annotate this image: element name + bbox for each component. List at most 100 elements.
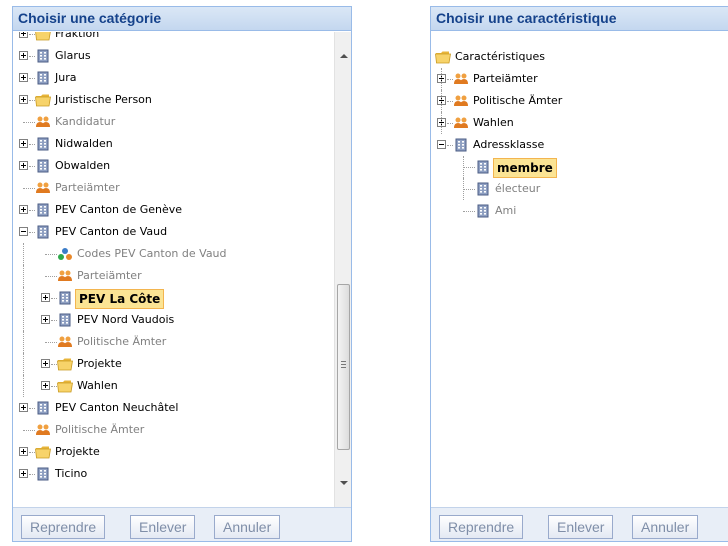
enlever-button[interactable]: Enlever xyxy=(130,515,196,539)
tree-node[interactable]: Wahlen xyxy=(17,375,351,397)
tree-node[interactable]: Obwalden xyxy=(17,155,351,177)
group-icon xyxy=(453,116,469,130)
annuler-button[interactable]: Annuler xyxy=(632,515,699,539)
tree-node[interactable]: PEV Canton de Genève xyxy=(17,199,351,221)
expand-plus-icon[interactable] xyxy=(19,32,28,38)
scrollbar-thumb[interactable] xyxy=(337,284,350,450)
tree-node[interactable]: Jura xyxy=(17,67,351,89)
group-icon xyxy=(35,115,51,129)
category-tree: Fraktion Glarus Jura Juristische Person Kand… xyxy=(13,32,351,507)
expand-plus-icon[interactable] xyxy=(19,447,28,456)
tree-node[interactable]: Glarus xyxy=(17,45,351,67)
scroll-down-arrow-icon[interactable] xyxy=(340,481,348,485)
tree-node-label: PEV La Côte xyxy=(75,289,165,309)
reprendre-button[interactable]: Reprendre xyxy=(21,515,106,539)
tree-node[interactable]: PEV Nord Vaudois xyxy=(17,309,351,331)
tree-node[interactable]: Fraktion xyxy=(17,32,351,45)
codes-icon xyxy=(57,247,73,261)
expand-plus-icon[interactable] xyxy=(19,205,28,214)
folder-icon xyxy=(435,50,451,64)
tree-node[interactable]: Parteiämter xyxy=(435,68,728,90)
tree-node[interactable]: membre xyxy=(435,156,728,178)
building-icon xyxy=(35,203,51,217)
expand-plus-icon[interactable] xyxy=(41,315,50,324)
tree-node[interactable]: Projekte xyxy=(17,441,351,463)
building-icon xyxy=(57,291,73,305)
group-icon xyxy=(453,94,469,108)
building-icon xyxy=(35,49,51,63)
tree-node-label: Obwalden xyxy=(55,159,111,172)
tree-node[interactable]: Parteiämter xyxy=(17,265,351,287)
tree-node-label: PEV Canton Neuchâtel xyxy=(55,401,179,414)
tree-node-label: PEV Canton de Genève xyxy=(55,203,183,216)
tree-node[interactable]: Ami xyxy=(435,200,728,222)
tree-node[interactable]: Adressklasse xyxy=(435,134,728,156)
expand-plus-icon[interactable] xyxy=(19,469,28,478)
tree-node[interactable]: Parteiämter xyxy=(17,177,351,199)
tree-node-label: PEV Canton de Vaud xyxy=(55,225,168,238)
tree-node-label: Parteiämter xyxy=(473,72,538,85)
tree-node[interactable]: électeur xyxy=(435,178,728,200)
tree-node[interactable]: Politische Ämter xyxy=(17,419,351,441)
expand-plus-icon[interactable] xyxy=(19,403,28,412)
panel-footer: Reprendre Enlever Annuler xyxy=(13,507,351,541)
scroll-up-arrow-icon[interactable] xyxy=(340,54,348,58)
characteristic-panel: Choisir une caractéristique Caractéristi… xyxy=(430,6,728,542)
category-panel: Choisir une catégorie Fraktion Glarus Jura… xyxy=(12,6,352,542)
tree-node-label: Juristische Person xyxy=(55,93,152,106)
tree-node[interactable]: PEV Canton de Vaud xyxy=(17,221,351,243)
expand-plus-icon[interactable] xyxy=(19,139,28,148)
tree-node-label: Politische Ämter xyxy=(473,94,563,107)
group-icon xyxy=(57,335,73,349)
building-icon xyxy=(35,467,51,481)
building-icon xyxy=(35,225,51,239)
annuler-button[interactable]: Annuler xyxy=(214,515,281,539)
building-icon xyxy=(475,204,491,218)
building-icon xyxy=(35,401,51,415)
tree-node-label: Jura xyxy=(55,71,77,84)
reprendre-button[interactable]: Reprendre xyxy=(439,515,524,539)
tree-node-label: Politische Ämter xyxy=(55,423,145,436)
tree-node[interactable]: Nidwalden xyxy=(17,133,351,155)
expand-plus-icon[interactable] xyxy=(19,51,28,60)
tree-node[interactable]: Caractéristiques xyxy=(435,46,728,68)
tree-node-label: Fraktion xyxy=(55,32,100,40)
expand-plus-icon[interactable] xyxy=(41,293,50,302)
tree-node[interactable]: Juristische Person xyxy=(17,89,351,111)
tree-node-label: Parteiämter xyxy=(77,269,142,282)
building-icon xyxy=(35,137,51,151)
expand-plus-icon[interactable] xyxy=(41,381,50,390)
tree-node-label: Ami xyxy=(495,204,517,217)
building-icon xyxy=(475,182,491,196)
building-icon xyxy=(35,159,51,173)
tree-node[interactable]: Codes PEV Canton de Vaud xyxy=(17,243,351,265)
folder-icon xyxy=(35,32,51,41)
collapse-minus-icon[interactable] xyxy=(437,140,446,149)
tree-node[interactable]: Ticino xyxy=(17,463,351,485)
tree-node-label: Nidwalden xyxy=(55,137,113,150)
tree-node-label: Kandidatur xyxy=(55,115,116,128)
tree-node-label: Adressklasse xyxy=(473,138,545,151)
tree-node[interactable]: Politische Ämter xyxy=(17,331,351,353)
folder-icon xyxy=(57,357,73,371)
tree-node[interactable]: Projekte xyxy=(17,353,351,375)
tree-node-label: Codes PEV Canton de Vaud xyxy=(77,247,227,260)
tree-node-label: Glarus xyxy=(55,49,91,62)
panel-title: Choisir une catégorie xyxy=(13,7,351,31)
building-icon xyxy=(57,313,73,327)
tree-node[interactable]: PEV Canton Neuchâtel xyxy=(17,397,351,419)
tree-node[interactable]: Wahlen xyxy=(435,112,728,134)
tree-node[interactable]: Politische Ämter xyxy=(435,90,728,112)
tree-node[interactable]: PEV La Côte xyxy=(17,287,351,309)
enlever-button[interactable]: Enlever xyxy=(548,515,614,539)
expand-plus-icon[interactable] xyxy=(41,359,50,368)
expand-plus-icon[interactable] xyxy=(19,95,28,104)
panel-footer: Reprendre Enlever Annuler xyxy=(431,507,728,541)
expand-plus-icon[interactable] xyxy=(19,161,28,170)
tree-node[interactable]: Kandidatur xyxy=(17,111,351,133)
expand-plus-icon[interactable] xyxy=(19,73,28,82)
tree-node-label: Wahlen xyxy=(77,379,118,392)
collapse-minus-icon[interactable] xyxy=(19,227,28,236)
characteristic-tree: Caractéristiques Parteiämter Politische Äm… xyxy=(431,32,728,507)
vertical-scrollbar[interactable] xyxy=(334,32,351,507)
